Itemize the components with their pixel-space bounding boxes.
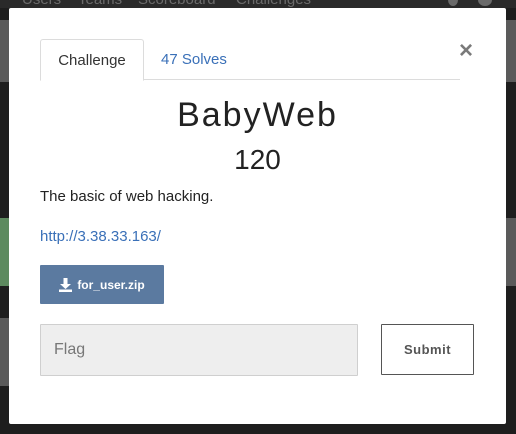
background-navbar: Users Teams Scoreboard Challenges — [0, 0, 516, 8]
challenge-modal: × Challenge 47 Solves BabyWeb 120 The ba… — [9, 8, 506, 424]
challenge-description: The basic of web hacking. — [40, 188, 214, 205]
download-file-button[interactable]: for_user.zip — [40, 265, 164, 304]
bg-nav-users: Users — [22, 0, 61, 8]
bg-nav-teams: Teams — [78, 0, 122, 8]
challenge-value: 120 — [234, 144, 281, 175]
bg-user-icon — [448, 0, 458, 6]
bg-card-left-2 — [0, 218, 9, 286]
challenge-link[interactable]: http://3.38.33.163/ — [40, 228, 161, 245]
challenge-name: BabyWeb — [177, 96, 338, 134]
bg-card-right-1 — [506, 20, 516, 82]
modal-tabs: Challenge 47 Solves — [40, 39, 460, 81]
tab-solves[interactable]: 47 Solves — [146, 39, 242, 81]
bg-card-left-1 — [0, 20, 9, 82]
bg-card-left-3 — [0, 318, 9, 386]
bg-card-right-2 — [506, 218, 516, 286]
file-name-label: for_user.zip — [77, 277, 145, 292]
tab-challenge[interactable]: Challenge — [40, 39, 144, 81]
bg-nav-scoreboard: Scoreboard — [138, 0, 216, 8]
submit-button[interactable]: Submit — [381, 324, 474, 375]
bg-nav-challenges: Challenges — [236, 0, 311, 8]
flag-input[interactable] — [40, 324, 358, 376]
download-icon — [59, 277, 73, 292]
bg-team-icon — [478, 0, 492, 6]
